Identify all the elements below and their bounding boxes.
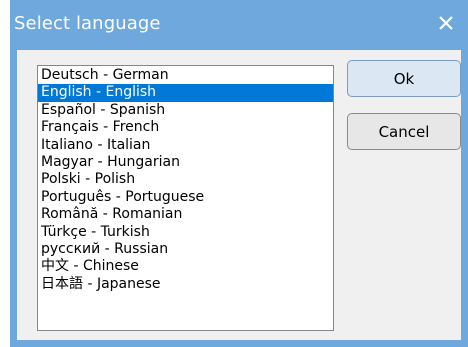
dialog-title: Select language (14, 13, 161, 34)
language-item[interactable]: 中文 - Chinese (38, 258, 333, 275)
window-bottom-border (10, 340, 468, 347)
language-item[interactable]: Italiano - Italian (38, 137, 333, 154)
language-item[interactable]: Polski - Polish (38, 171, 333, 188)
cancel-button[interactable]: Cancel (347, 113, 461, 150)
language-item[interactable]: Deutsch - German (38, 67, 333, 84)
close-button[interactable] (432, 9, 460, 37)
window-left-edge (0, 0, 10, 347)
language-item[interactable]: Español - Spanish (38, 102, 333, 119)
close-icon (439, 16, 453, 30)
language-item[interactable]: русский - Russian (38, 241, 333, 258)
language-listbox[interactable]: Deutsch - German English - English Españ… (37, 65, 334, 331)
language-item[interactable]: Türkçe - Turkish (38, 224, 333, 241)
dialog-window: Select language Deutsch - German English… (0, 0, 468, 347)
language-item[interactable]: Magyar - Hungarian (38, 154, 333, 171)
language-item[interactable]: Français - French (38, 119, 333, 136)
title-bar[interactable]: Select language (10, 0, 468, 50)
ok-button[interactable]: Ok (347, 60, 461, 97)
dialog-body: Deutsch - German English - English Españ… (17, 50, 461, 340)
language-item-selected[interactable]: English - English (38, 84, 333, 102)
language-item[interactable]: Română - Romanian (38, 206, 333, 223)
language-item[interactable]: 日本語 - Japanese (38, 276, 333, 293)
language-item[interactable]: Português - Portuguese (38, 189, 333, 206)
